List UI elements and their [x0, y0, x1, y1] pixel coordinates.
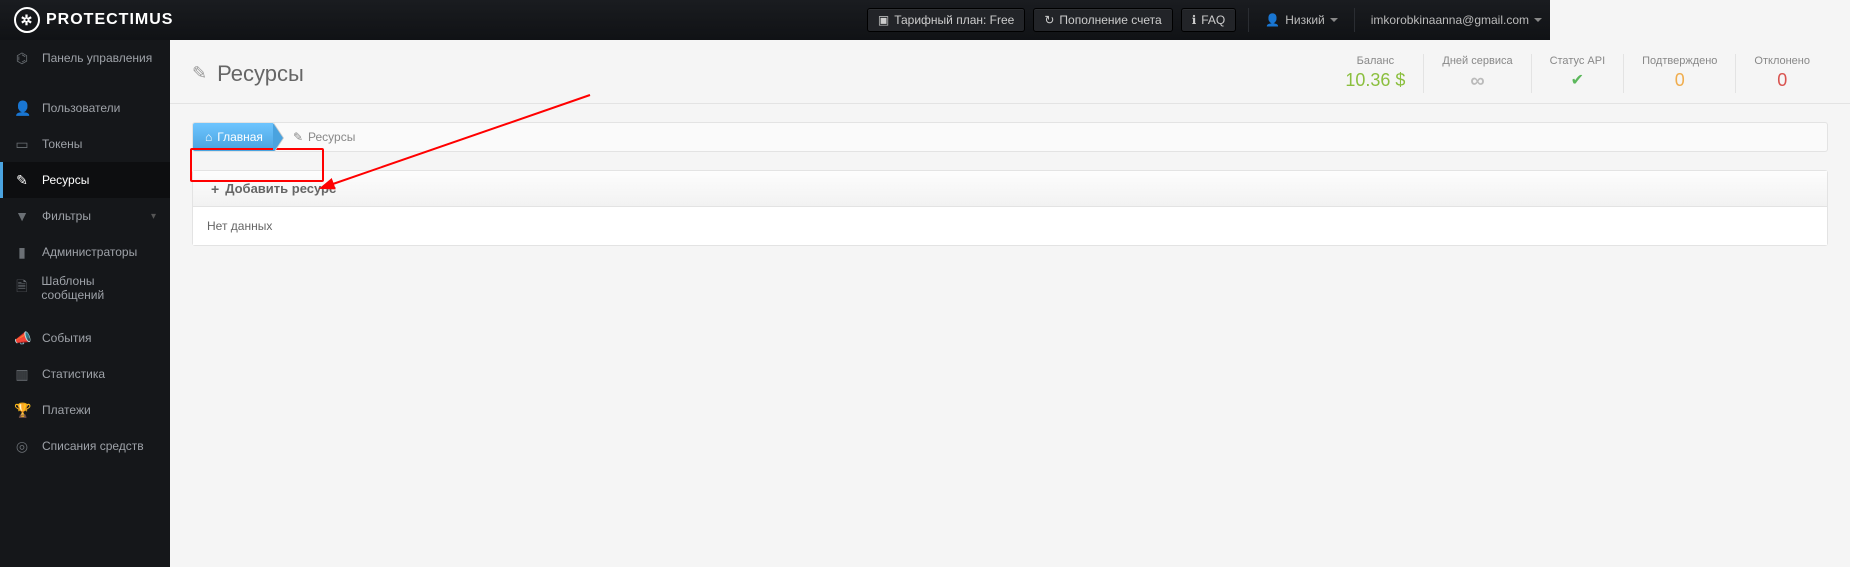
- breadcrumb: ⌂ Главная ✎ Ресурсы: [192, 122, 1828, 152]
- stat-value: 10.36 $: [1345, 70, 1405, 91]
- stat-value: 0: [1642, 70, 1717, 91]
- sidebar-item-label: Фильтры: [42, 209, 91, 223]
- sidebar-item-writeoffs[interactable]: ◎ Списания средств: [0, 428, 170, 464]
- trophy-icon: 🏆: [14, 402, 30, 419]
- page-header: ✎ Ресурсы Баланс 10.36 $ Дней сервиса ∞ …: [170, 40, 1850, 104]
- breadcrumb-home-label: Главная: [217, 130, 263, 144]
- breadcrumb-current: ✎ Ресурсы: [273, 130, 367, 144]
- sidebar-item-label: Шаблоны сообщений: [41, 274, 156, 302]
- risk-level-label: Низкий: [1285, 13, 1325, 27]
- faq-label: FAQ: [1201, 13, 1225, 27]
- tariff-plan-button[interactable]: ▣ Тарифный план: Free: [867, 8, 1026, 32]
- add-resource-label: Добавить ресурс: [225, 181, 336, 196]
- stat-balance: Баланс 10.36 $: [1327, 54, 1423, 93]
- sidebar-item-label: Статистика: [42, 367, 105, 381]
- stat-label: Дней сервиса: [1442, 54, 1512, 70]
- chevron-down-icon: ▾: [151, 211, 156, 222]
- main-content: ✎ Ресурсы Баланс 10.36 $ Дней сервиса ∞ …: [170, 40, 1850, 567]
- sidebar-item-users[interactable]: 👤 Пользователи: [0, 90, 170, 126]
- recharge-label: Пополнение счета: [1059, 13, 1161, 27]
- sidebar: ⌬ Панель управления 👤 Пользователи ▭ Ток…: [0, 40, 170, 567]
- risk-level-dropdown[interactable]: 👤 Низкий: [1257, 13, 1345, 27]
- check-icon: ✔: [1550, 70, 1606, 90]
- sidebar-item-label: Платежи: [42, 403, 91, 417]
- sidebar-item-label: Токены: [42, 137, 82, 151]
- empty-state-text: Нет данных: [207, 219, 272, 233]
- content-area: ⌂ Главная ✎ Ресурсы + Добавить ресурс Не…: [170, 104, 1850, 264]
- info-icon: ℹ: [1192, 13, 1197, 27]
- chevron-down-icon: [1534, 18, 1542, 22]
- stat-label: Подтверждено: [1642, 54, 1717, 70]
- sidebar-item-admins[interactable]: ▮ Администраторы: [0, 234, 170, 270]
- tariff-plan-label: Тарифный план: Free: [894, 13, 1014, 27]
- sidebar-item-tokens[interactable]: ▭ Токены: [0, 126, 170, 162]
- filter-icon: ▼: [14, 208, 30, 224]
- dashboard-icon: ⌬: [14, 50, 30, 67]
- stat-days: Дней сервиса ∞: [1423, 54, 1530, 93]
- top-bar: ✲ PROTECTIMUS ▣ Тарифный план: Free ↻ По…: [0, 0, 1550, 40]
- sidebar-item-events[interactable]: 📣 События: [0, 320, 170, 356]
- panel-body: Нет данных: [193, 207, 1827, 245]
- edit-icon: ✎: [293, 130, 303, 144]
- sidebar-separator: [0, 76, 170, 90]
- edit-icon: ✎: [14, 172, 30, 189]
- sidebar-item-resources[interactable]: ✎ Ресурсы: [0, 162, 170, 198]
- sidebar-separator: [0, 306, 170, 320]
- brand-logo[interactable]: ✲ PROTECTIMUS: [0, 7, 187, 33]
- chevron-down-icon: [1330, 18, 1338, 22]
- tokens-icon: ▭: [14, 136, 30, 153]
- sidebar-item-label: Панель управления: [42, 51, 152, 65]
- stat-rejected: Отклонено 0: [1735, 54, 1828, 93]
- add-resource-button[interactable]: + Добавить ресурс: [205, 178, 342, 200]
- money-icon: ▣: [878, 13, 889, 27]
- chart-icon: ▥: [14, 366, 30, 383]
- users-icon: 👤: [14, 100, 30, 117]
- sidebar-item-stats[interactable]: ▥ Статистика: [0, 356, 170, 392]
- stat-confirmed: Подтверждено 0: [1623, 54, 1735, 93]
- plus-icon: +: [211, 181, 219, 197]
- sidebar-item-label: Списания средств: [42, 439, 144, 453]
- sidebar-item-payments[interactable]: 🏆 Платежи: [0, 392, 170, 428]
- stat-api: Статус API ✔: [1531, 54, 1624, 93]
- panel-header: + Добавить ресурс: [193, 171, 1827, 207]
- account-email: imkorobkinaanna@gmail.com: [1371, 13, 1529, 27]
- coins-icon: ◎: [14, 438, 30, 455]
- sidebar-item-templates[interactable]: 🗎 Шаблоны сообщений: [0, 270, 170, 306]
- recharge-button[interactable]: ↻ Пополнение счета: [1033, 8, 1172, 32]
- stat-label: Статус API: [1550, 54, 1606, 70]
- page-title: ✎ Ресурсы: [192, 61, 304, 87]
- sidebar-item-label: Пользователи: [42, 101, 120, 115]
- megaphone-icon: 📣: [14, 330, 30, 347]
- sidebar-item-filters[interactable]: ▼ Фильтры ▾: [0, 198, 170, 234]
- page-title-text: Ресурсы: [217, 61, 304, 87]
- infinity-icon: ∞: [1442, 70, 1512, 93]
- sidebar-item-label: События: [42, 331, 92, 345]
- account-dropdown[interactable]: imkorobkinaanna@gmail.com: [1363, 13, 1550, 27]
- header-stats: Баланс 10.36 $ Дней сервиса ∞ Статус API…: [1327, 54, 1828, 93]
- sidebar-item-label: Администраторы: [42, 245, 137, 259]
- resources-panel: + Добавить ресурс Нет данных: [192, 170, 1828, 246]
- topbar-right: ▣ Тарифный план: Free ↻ Пополнение счета…: [863, 0, 1550, 40]
- home-icon: ⌂: [205, 130, 212, 144]
- brand-text: PROTECTIMUS: [46, 11, 173, 29]
- stat-value: 0: [1754, 70, 1810, 91]
- stat-label: Баланс: [1345, 54, 1405, 70]
- edit-icon: ✎: [192, 63, 207, 84]
- refresh-icon: ↻: [1044, 13, 1054, 27]
- stat-label: Отклонено: [1754, 54, 1810, 70]
- sidebar-item-dashboard[interactable]: ⌬ Панель управления: [0, 40, 170, 76]
- breadcrumb-home[interactable]: ⌂ Главная: [193, 123, 273, 151]
- bars-icon: ▮: [14, 244, 30, 261]
- user-icon: 👤: [1265, 13, 1280, 27]
- breadcrumb-current-label: Ресурсы: [308, 130, 355, 144]
- sidebar-item-label: Ресурсы: [42, 173, 89, 187]
- faq-button[interactable]: ℹ FAQ: [1181, 8, 1237, 32]
- brand-icon: ✲: [14, 7, 40, 33]
- document-icon: 🗎: [14, 276, 29, 300]
